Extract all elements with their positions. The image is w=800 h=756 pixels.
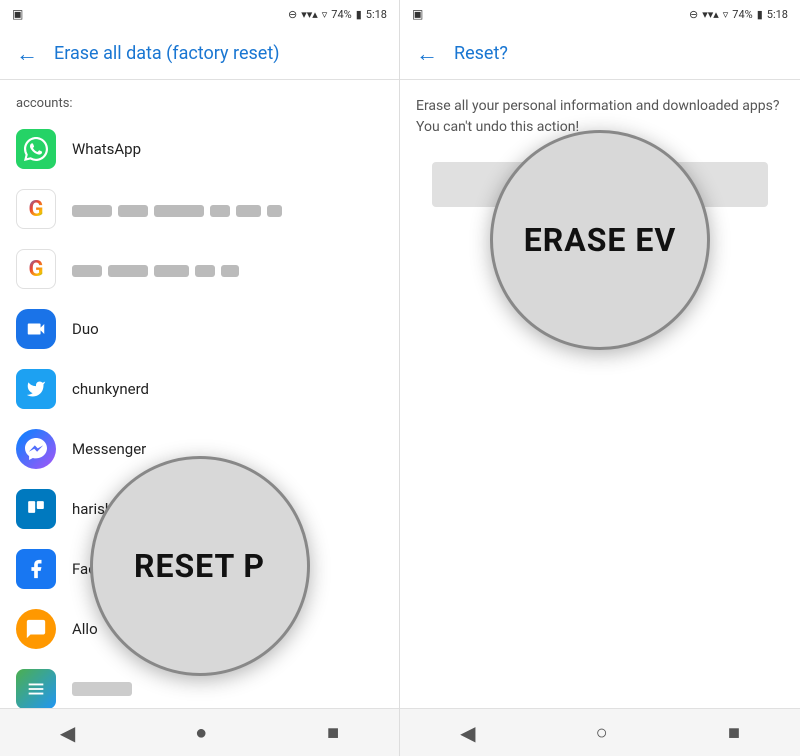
facebook-icon	[16, 549, 56, 589]
list-item[interactable]: G	[0, 239, 399, 299]
right-back-nav-button[interactable]: ◀	[436, 713, 499, 753]
right-back-button[interactable]: ←	[416, 41, 438, 67]
right-battery-icon: ▮	[757, 8, 763, 21]
generic-app-placeholder	[72, 682, 132, 696]
right-status-bar: ▣ ⊖ ▾▾▴ ▿ 74% ▮ 5:18	[400, 0, 800, 28]
right-bottom-nav: ◀ ○ ■	[400, 708, 800, 756]
right-battery-level: 74%	[732, 8, 752, 21]
google-g-letter: G	[29, 197, 44, 222]
duo-label: Duo	[72, 320, 99, 338]
whatsapp-label: WhatsApp	[72, 140, 141, 158]
right-recents-nav-button[interactable]: ■	[704, 712, 764, 753]
right-wifi-icon: ▿	[723, 8, 729, 21]
silent-icon: ⊖	[288, 8, 297, 21]
twitter-label: chunkynerd	[72, 380, 149, 398]
right-top-bar: ← Reset?	[400, 28, 800, 80]
list-item[interactable]: G	[0, 179, 399, 239]
list-item[interactable]: WhatsApp	[0, 119, 399, 179]
battery-icon: ▮	[356, 8, 362, 21]
reset-magnify-circle: RESET P	[90, 456, 310, 676]
left-bottom-nav: ◀ ● ■	[0, 708, 399, 756]
left-status-right-icons: ⊖ ▾▾▴ ▿ 74% ▮ 5:18	[288, 8, 387, 21]
google-account-2-blurred	[72, 261, 239, 277]
trello-icon	[16, 489, 56, 529]
right-signal-icon: ▾▾▴	[702, 8, 719, 21]
generic-app-icon	[16, 669, 56, 708]
recents-nav-button[interactable]: ■	[303, 712, 363, 753]
google-g-letter-2: G	[29, 257, 44, 282]
right-time-display: 5:18	[767, 8, 788, 21]
wifi-icon: ▿	[322, 8, 328, 21]
google-icon-2: G	[16, 249, 56, 289]
messenger-icon	[16, 429, 56, 469]
battery-level: 74%	[331, 8, 351, 21]
erase-magnify-circle: ERASE EV	[490, 130, 710, 350]
google-icon-1: G	[16, 189, 56, 229]
allo-label: Allo	[72, 620, 98, 638]
right-sim-icon: ▣	[412, 7, 423, 21]
erase-magnify-text: ERASE EV	[524, 221, 677, 259]
google-account-1-blurred	[72, 201, 282, 217]
back-nav-button[interactable]: ◀	[36, 713, 99, 753]
left-back-button[interactable]: ←	[16, 41, 38, 67]
time-display: 5:18	[366, 8, 387, 21]
right-home-nav-button[interactable]: ○	[572, 712, 632, 753]
messenger-label: Messenger	[72, 440, 146, 458]
allo-icon	[16, 609, 56, 649]
left-page-title: Erase all data (factory reset)	[54, 43, 279, 64]
duo-icon	[16, 309, 56, 349]
signal-icon: ▾▾▴	[301, 8, 318, 21]
right-page-title: Reset?	[454, 43, 508, 64]
list-item[interactable]: chunkynerd	[0, 359, 399, 419]
sim-icon: ▣	[12, 7, 23, 21]
reset-magnify-text: RESET P	[134, 547, 265, 585]
left-top-bar: ← Erase all data (factory reset)	[0, 28, 399, 80]
home-nav-button[interactable]: ●	[171, 712, 231, 753]
right-status-left-icons: ▣	[412, 7, 423, 21]
left-status-left-icons: ▣	[12, 7, 23, 21]
list-item[interactable]: Duo	[0, 299, 399, 359]
left-status-bar: ▣ ⊖ ▾▾▴ ▿ 74% ▮ 5:18	[0, 0, 399, 28]
right-silent-icon: ⊖	[689, 8, 698, 21]
whatsapp-icon	[16, 129, 56, 169]
accounts-section-label: accounts:	[0, 92, 399, 119]
right-phone-screen: ▣ ⊖ ▾▾▴ ▿ 74% ▮ 5:18 ← Reset? Erase all …	[400, 0, 800, 756]
twitter-icon	[16, 369, 56, 409]
left-phone-screen: ▣ ⊖ ▾▾▴ ▿ 74% ▮ 5:18 ← Erase all data (f…	[0, 0, 400, 756]
right-status-right-icons: ⊖ ▾▾▴ ▿ 74% ▮ 5:18	[689, 8, 788, 21]
